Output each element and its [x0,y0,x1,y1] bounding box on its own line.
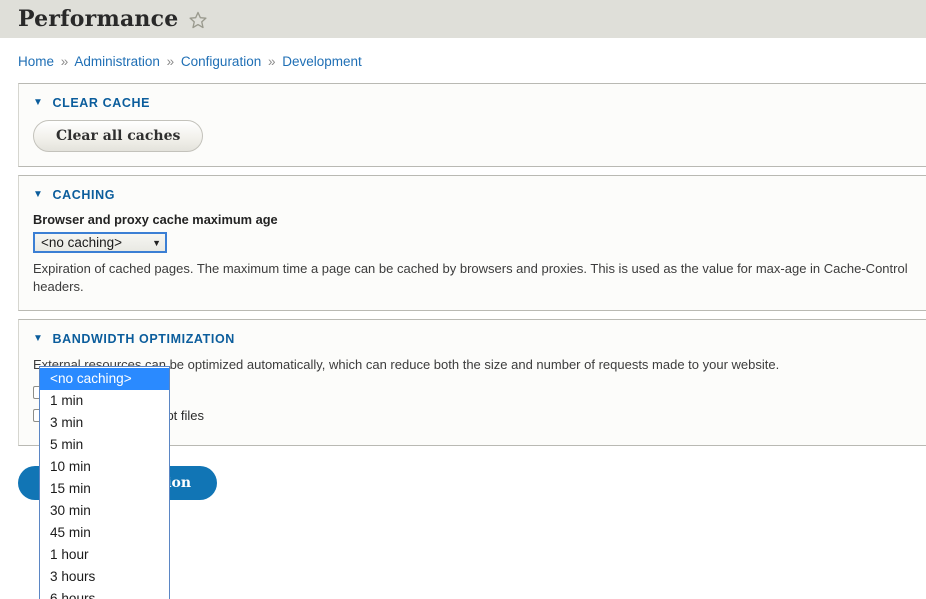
dropdown-option[interactable]: 3 hours [40,566,169,588]
cache-max-age-select[interactable]: <no caching> ▼ [33,232,167,253]
cache-max-age-dropdown[interactable]: <no caching> 1 min 3 min 5 min 10 min 15 min 3… [39,366,170,599]
dropdown-option[interactable]: 45 min [40,522,169,544]
dropdown-option[interactable]: 1 min [40,390,169,412]
dropdown-option[interactable]: 1 hour [40,544,169,566]
caching-legend-label: CACHING [52,188,116,202]
clear-cache-legend-label: CLEAR CACHE [52,96,151,110]
page-title: Performance [18,5,179,32]
caching-fieldset: ▼ CACHING Browser and proxy cache maximu… [18,175,926,312]
breadcrumb-separator: » [60,54,69,69]
breadcrumb-item-administration[interactable]: Administration [74,54,160,69]
breadcrumb-item-configuration[interactable]: Configuration [181,54,261,69]
triangle-down-icon: ▼ [33,189,44,200]
clear-cache-fieldset: ▼ CLEAR CACHE Clear all caches [18,83,926,167]
clear-cache-legend[interactable]: ▼ CLEAR CACHE [33,96,912,110]
dropdown-option[interactable]: 6 hours [40,588,169,599]
dropdown-option[interactable]: <no caching> [40,368,169,390]
chevron-down-icon: ▼ [152,237,161,248]
caching-legend[interactable]: ▼ CACHING [33,188,912,202]
dropdown-option[interactable]: 5 min [40,434,169,456]
bandwidth-legend[interactable]: ▼ BANDWIDTH OPTIMIZATION [33,332,912,346]
dropdown-option[interactable]: 15 min [40,478,169,500]
cache-max-age-description: Expiration of cached pages. The maximum … [33,261,908,295]
breadcrumb-separator: » [166,54,175,69]
breadcrumb-item-home[interactable]: Home [18,54,54,69]
triangle-down-icon: ▼ [33,333,44,345]
clear-all-caches-button[interactable]: Clear all caches [33,120,204,152]
breadcrumb: Home » Administration » Configuration » … [0,38,926,83]
star-icon[interactable] [188,10,208,30]
cache-max-age-label: Browser and proxy cache maximum age [33,212,278,227]
main-content: ▼ CLEAR CACHE Clear all caches ▼ CACHING… [0,83,926,599]
dropdown-option[interactable]: 10 min [40,456,169,478]
cache-max-age-value: <no caching> [41,235,123,250]
page-header: Performance [0,0,926,38]
triangle-down-icon: ▼ [33,97,44,108]
breadcrumb-separator: » [267,54,276,69]
dropdown-option[interactable]: 3 min [40,412,169,434]
dropdown-option[interactable]: 30 min [40,500,169,522]
breadcrumb-item-development[interactable]: Development [282,54,362,69]
bandwidth-legend-label: BANDWIDTH OPTIMIZATION [52,332,235,347]
